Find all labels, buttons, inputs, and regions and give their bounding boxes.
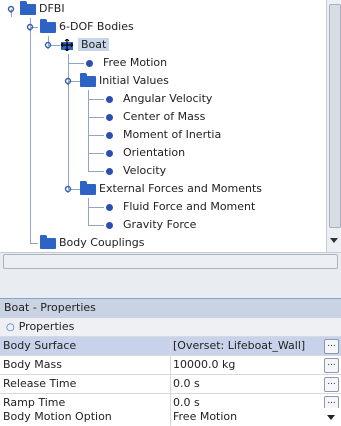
tree-node-angular-velocity[interactable]: Angular Velocity	[106, 90, 212, 108]
property-key: Release Time	[3, 377, 77, 390]
property-value[interactable]: 10000.0 kg	[173, 356, 235, 374]
expander-icon[interactable]	[64, 77, 72, 85]
property-row-release-time[interactable]: Release Time 0.0 s ...	[0, 375, 341, 394]
expander-icon[interactable]	[44, 41, 52, 49]
divider-area	[0, 272, 341, 298]
tree-node-label: Moment of Inertia	[123, 128, 222, 141]
tree-node-free-motion[interactable]: Free Motion	[86, 54, 167, 72]
tree-node-label: Velocity	[123, 164, 167, 177]
tree-node-gravity-force[interactable]: Gravity Force	[106, 216, 196, 234]
tree-node-label: Free Motion	[103, 56, 168, 69]
folder-icon	[80, 72, 96, 87]
tree-node-6dof-bodies[interactable]: 6-DOF Bodies	[40, 18, 134, 36]
move-cursor-icon	[60, 39, 74, 51]
leaf-dot-icon	[106, 167, 113, 175]
property-value[interactable]: [Overset: Lifeboat_Wall]	[173, 337, 305, 355]
expander-icon[interactable]	[7, 5, 15, 13]
section-label: Properties	[18, 320, 75, 333]
tree-node-body-couplings[interactable]: Body Couplings	[40, 234, 144, 252]
tree-node-boat[interactable]: Boat	[60, 36, 110, 54]
ellipsis-button[interactable]: ...	[324, 339, 339, 354]
tree-node-label: Angular Velocity	[123, 92, 213, 105]
leaf-dot-icon	[106, 113, 113, 121]
tree-node-velocity[interactable]: Velocity	[106, 162, 166, 180]
property-key: Body Surface	[3, 339, 77, 352]
tree-node-fluid-force[interactable]: Fluid Force and Moment	[106, 198, 255, 216]
tree-node-label: DFBI	[39, 2, 65, 15]
tree-node-label: Center of Mass	[123, 110, 206, 123]
leaf-dot-icon	[106, 95, 113, 103]
folder-icon	[40, 234, 56, 249]
property-row-body-motion-option[interactable]: Body Motion Option Free Motion	[0, 408, 341, 426]
tree-node-initial-values[interactable]: Initial Values	[80, 72, 169, 90]
properties-panel-header: Boat - Properties ▾ ✕	[0, 298, 341, 319]
tree-node-label: Fluid Force and Moment	[123, 200, 256, 213]
vertical-scrollbar[interactable]	[326, 0, 341, 252]
leaf-dot-icon	[106, 203, 113, 211]
tree-view[interactable]: DFBI 6-DOF Bodies Boat Free Motion Initi…	[0, 0, 326, 252]
tree-node-label: External Forces and Moments	[99, 182, 263, 195]
tree-node-label: Orientation	[123, 146, 186, 159]
tree-node-moment-of-inertia[interactable]: Moment of Inertia	[106, 126, 221, 144]
leaf-dot-icon	[106, 221, 113, 229]
tree-node-label: Gravity Force	[123, 218, 197, 231]
folder-icon	[40, 18, 56, 33]
scroll-down-arrow-icon[interactable]	[330, 238, 338, 243]
ellipsis-button[interactable]: ...	[324, 377, 339, 392]
property-key: Body Motion Option	[3, 410, 112, 423]
leaf-dot-icon	[106, 149, 113, 157]
leaf-dot-icon	[106, 131, 113, 139]
folder-icon	[80, 180, 96, 195]
property-value[interactable]: Free Motion	[173, 408, 237, 426]
tree-node-dfbi[interactable]: DFBI	[20, 0, 65, 18]
properties-section-header[interactable]: ○ Properties	[0, 318, 341, 337]
property-value[interactable]: 0.0 s	[173, 375, 200, 393]
tree-node-label: Initial Values	[99, 74, 169, 87]
expander-icon[interactable]	[26, 23, 34, 31]
tree-node-orientation[interactable]: Orientation	[106, 144, 185, 162]
tree-node-center-of-mass[interactable]: Center of Mass	[106, 108, 205, 126]
tree-node-label: Body Couplings	[59, 236, 145, 249]
ellipsis-button[interactable]: ...	[324, 358, 339, 373]
pin-icon: ○	[6, 322, 15, 333]
property-row-body-mass[interactable]: Body Mass 10000.0 kg ...	[0, 356, 341, 375]
tree-node-label: 6-DOF Bodies	[59, 20, 134, 33]
scrollbar-thumb[interactable]	[329, 4, 341, 228]
tree-node-label-selected: Boat	[78, 38, 110, 51]
property-key: Body Mass	[3, 358, 62, 371]
leaf-dot-icon	[86, 59, 93, 67]
panel-title: Boat - Properties	[4, 301, 96, 314]
folder-icon	[20, 0, 36, 15]
tree-node-external-forces[interactable]: External Forces and Moments	[80, 180, 262, 198]
horizontal-scrollbar[interactable]	[3, 254, 338, 269]
property-row-body-surface[interactable]: Body Surface [Overset: Lifeboat_Wall] ..…	[0, 337, 341, 356]
expander-icon[interactable]	[64, 185, 72, 193]
dropdown-arrow-icon[interactable]	[327, 415, 335, 420]
